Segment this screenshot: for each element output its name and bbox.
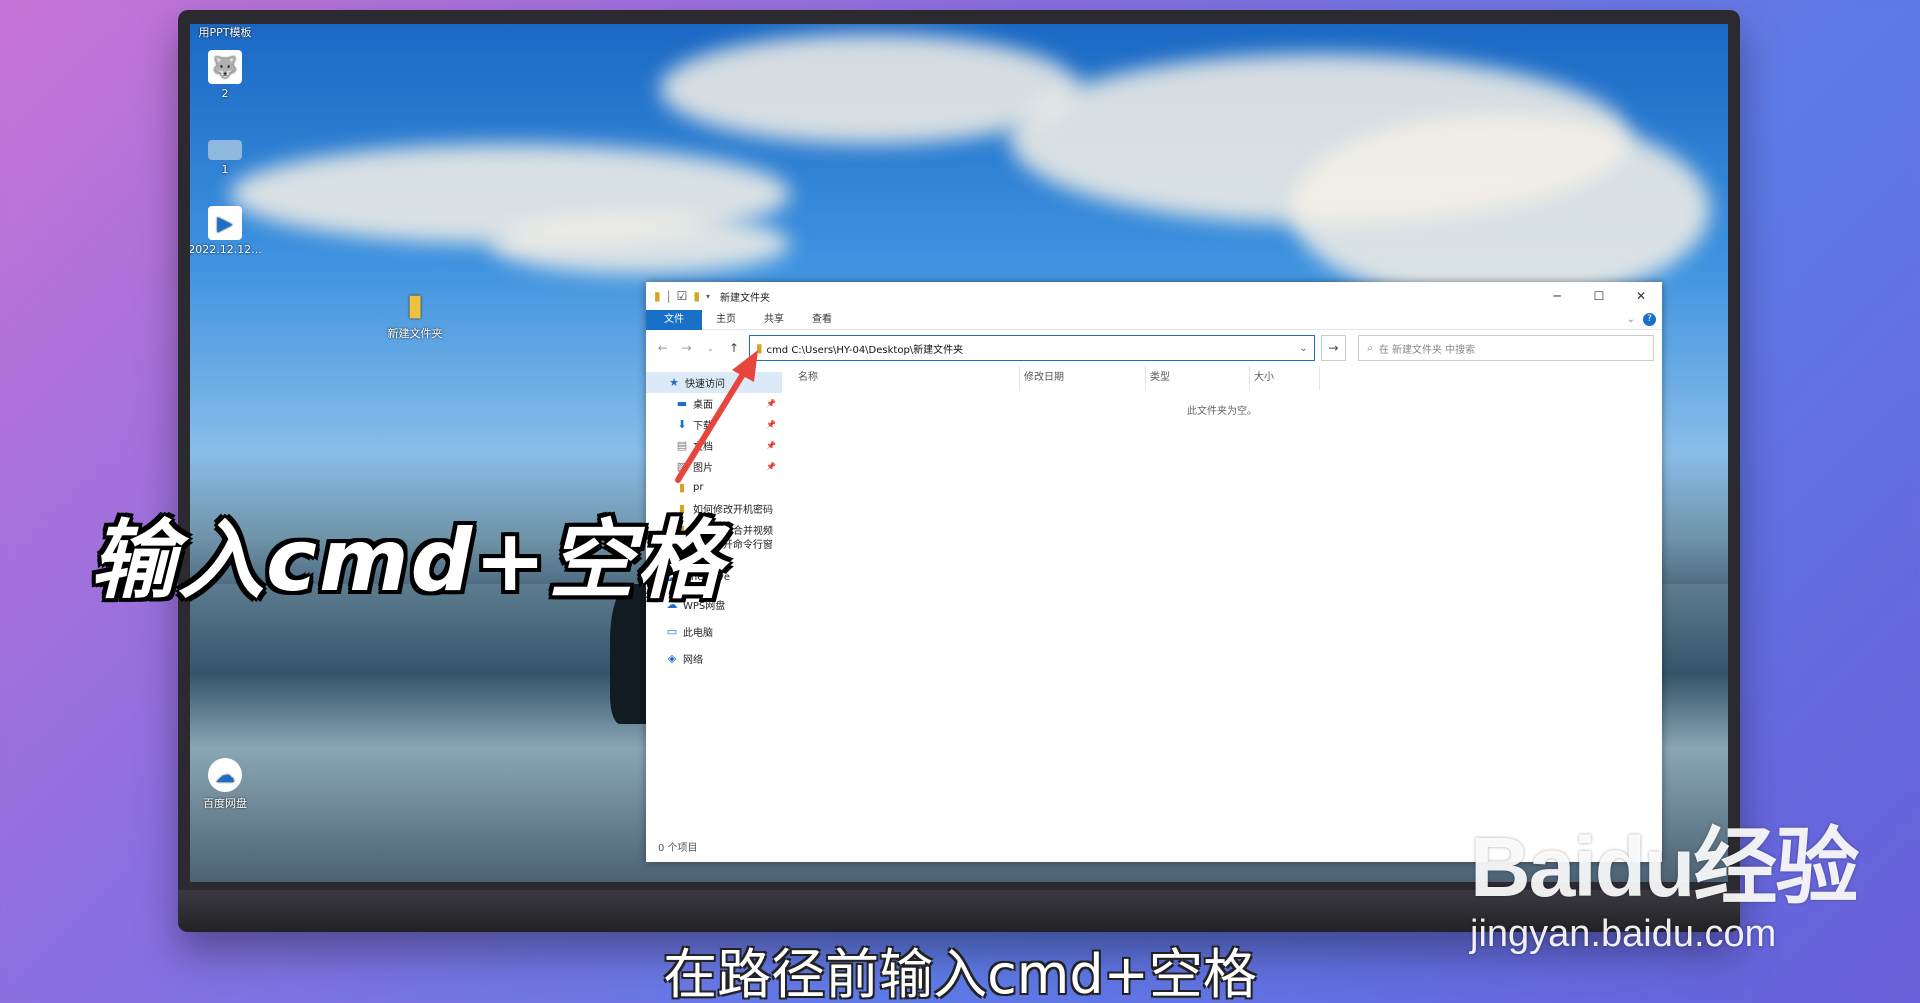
nav-desktop[interactable]: ▬ 桌面 📌 xyxy=(646,393,782,414)
properties-icon[interactable]: ☑ xyxy=(677,289,688,303)
window-title: 新建文件夹 xyxy=(720,292,771,304)
baidu-watermark: Baidu经验 jingyan.baidu.com xyxy=(1470,800,1859,956)
document-icon: ▤ xyxy=(676,439,688,452)
forward-arrow-icon[interactable]: → xyxy=(678,341,696,355)
title-bar[interactable]: ▮ | ☑ ▮ ▾ 新建文件夹 ─ ☐ ✕ xyxy=(646,282,1662,310)
chevron-down-icon[interactable]: ▾ xyxy=(706,292,710,301)
desktop-icon: ▬ xyxy=(676,397,688,410)
nav-downloads[interactable]: ⬇ 下载 📌 xyxy=(646,414,782,435)
folder-icon: ▮ xyxy=(755,341,763,355)
status-bar-count: 0 个项目 xyxy=(658,843,698,854)
big-caption: 输入cmd+空格 xyxy=(90,511,725,611)
back-arrow-icon[interactable]: ← xyxy=(654,341,672,355)
video-file-icon: ▶ xyxy=(208,206,242,240)
image-file-icon: 🐺 xyxy=(208,50,242,84)
search-icon: ⌕ xyxy=(1367,342,1373,354)
desktop-icon-video[interactable]: ▶ 2022.12.12... xyxy=(190,206,270,256)
star-icon: ★ xyxy=(669,376,679,389)
pin-icon: 📌 xyxy=(766,441,776,450)
search-box[interactable]: ⌕ 在 新建文件夹 中搜索 xyxy=(1358,335,1655,361)
address-input[interactable]: cmd C:\Users\HY-04\Desktop\新建文件夹 xyxy=(767,341,964,356)
nav-documents[interactable]: ▤ 文档 📌 xyxy=(646,435,782,456)
pin-icon: 📌 xyxy=(766,420,776,429)
nav-this-pc[interactable]: ▭ 此电脑 xyxy=(646,621,782,642)
picture-icon: ▧ xyxy=(676,460,688,473)
chevron-down-icon[interactable]: ⌄ xyxy=(1299,343,1307,354)
ribbon-tabs: 文件 主页 共享 查看 ⌄ ? xyxy=(646,309,1662,330)
recent-locations-icon[interactable]: ⌄ xyxy=(701,344,719,353)
tab-home[interactable]: 主页 xyxy=(702,310,750,330)
navigation-row: ← → ⌄ ↑ ▮ cmd C:\Users\HY-04\Desktop\新建文… xyxy=(646,330,1662,366)
quick-access-toolbar: ▮ | ☑ ▮ ▾ xyxy=(654,289,711,303)
folder-icon: ▮ xyxy=(654,289,661,303)
nav-network[interactable]: ◈ 网络 xyxy=(646,648,782,669)
column-date-modified[interactable]: 修改日期 xyxy=(1020,366,1146,390)
minimize-button[interactable]: ─ xyxy=(1536,289,1578,303)
file-list-area[interactable]: 名称 修改日期 类型 大小 此文件夹为空。 xyxy=(782,366,1662,836)
column-type[interactable]: 类型 xyxy=(1146,366,1250,390)
tab-view[interactable]: 查看 xyxy=(798,310,846,330)
go-arrow-button[interactable]: → xyxy=(1320,335,1347,361)
desktop-top-label: 用PPT模板 xyxy=(198,26,252,39)
nav-quick-access[interactable]: ★ 快速访问 xyxy=(646,372,782,393)
pin-icon: 📌 xyxy=(766,399,776,408)
network-icon: ◈ xyxy=(667,652,677,665)
tab-share[interactable]: 共享 xyxy=(750,310,798,330)
column-name[interactable]: 名称 xyxy=(794,366,1020,390)
file-explorer-window[interactable]: ▮ | ☑ ▮ ▾ 新建文件夹 ─ ☐ ✕ 文件 主页 共享 查看 ⌄ ? ← … xyxy=(646,282,1662,862)
help-icon[interactable]: ? xyxy=(1643,313,1656,326)
close-button[interactable]: ✕ xyxy=(1620,289,1662,303)
desktop-icon-new-folder[interactable]: ▮ 新建文件夹 xyxy=(370,288,460,341)
pin-icon: 📌 xyxy=(766,462,776,471)
desktop-icon-2[interactable]: 🐺 2 xyxy=(190,50,270,100)
image-thumbnail-icon xyxy=(208,140,242,160)
download-icon: ⬇ xyxy=(677,418,687,431)
expand-ribbon-icon[interactable]: ⌄ xyxy=(1627,314,1635,325)
new-folder-icon[interactable]: ▮ xyxy=(693,289,700,303)
desktop-icon-1[interactable]: 1 xyxy=(190,140,270,176)
nav-pictures[interactable]: ▧ 图片 📌 xyxy=(646,456,782,477)
desktop-icon-baidu-netdisk[interactable]: ☁ 百度网盘 xyxy=(190,758,270,811)
watermark-logo: Baidu经验 xyxy=(1470,820,1859,914)
address-bar[interactable]: ▮ cmd C:\Users\HY-04\Desktop\新建文件夹 ⌄ xyxy=(748,335,1315,361)
baidu-netdisk-icon: ☁ xyxy=(208,758,242,792)
folder-icon: ▮ xyxy=(406,287,424,323)
column-headers: 名称 修改日期 类型 大小 xyxy=(782,366,1662,390)
up-arrow-icon[interactable]: ↑ xyxy=(725,341,743,355)
computer-icon: ▭ xyxy=(666,625,678,638)
search-input[interactable]: 在 新建文件夹 中搜索 xyxy=(1379,341,1475,356)
empty-folder-message: 此文件夹为空。 xyxy=(1187,406,1257,417)
tab-file[interactable]: 文件 xyxy=(646,309,702,330)
maximize-button[interactable]: ☐ xyxy=(1578,289,1620,303)
column-size[interactable]: 大小 xyxy=(1250,366,1320,390)
